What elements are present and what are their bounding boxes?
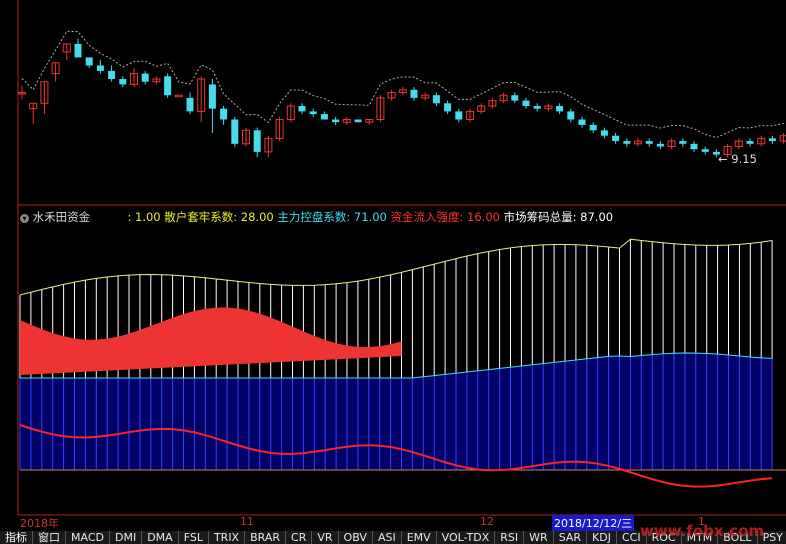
tab-indicator[interactable]: 指标: [0, 531, 33, 544]
candle-body-down: [320, 114, 328, 120]
candle-body-down: [656, 143, 664, 147]
tab-dma[interactable]: DMA: [142, 531, 179, 544]
tab-rsi[interactable]: RSI: [495, 531, 525, 544]
candle-body-down: [96, 65, 104, 71]
low-price-value: 9.15: [731, 152, 757, 166]
date-label-dec: 12: [480, 515, 494, 528]
candle-body-down: [432, 95, 440, 104]
date-label-cursor: 2018/12/12/三: [552, 515, 635, 531]
date-label-year: 2018年: [20, 517, 59, 530]
tab-macd[interactable]: MACD: [66, 531, 110, 544]
retail-value: 28.00: [240, 210, 274, 224]
candle-body-down: [556, 106, 564, 112]
candle-body-down: [690, 143, 698, 150]
indicator-name[interactable]: 水禾田资金: [33, 210, 91, 224]
tab-emv[interactable]: EMV: [402, 531, 437, 544]
tab-fsl[interactable]: FSL: [179, 531, 209, 544]
retail-label: 散户套牢系数:: [164, 210, 238, 224]
low-price-marker: ← 9.15: [718, 152, 757, 166]
candle-body-down: [253, 130, 261, 152]
tab-trix[interactable]: TRIX: [209, 531, 246, 544]
candle-body-down: [455, 111, 463, 120]
candle-body-down: [74, 43, 82, 58]
candle-body-down: [600, 130, 608, 136]
candle-body-down: [298, 106, 306, 112]
candle-body-down: [589, 124, 597, 131]
total-label: 市场筹码总量:: [503, 210, 577, 224]
tab-kdj[interactable]: KDJ: [587, 531, 617, 544]
candle-body-down: [679, 141, 687, 144]
candle-body-down: [567, 111, 575, 120]
candle-body-down: [186, 97, 194, 112]
tab-vol-tdx[interactable]: VOL-TDX: [437, 531, 496, 544]
candle-body-down: [208, 84, 216, 109]
candle-body-up: [779, 135, 786, 142]
tab-cr[interactable]: CR: [286, 531, 313, 544]
inflow-label: 资金流入强度:: [390, 210, 464, 224]
candle-body-down: [522, 100, 530, 106]
tab-vr[interactable]: VR: [312, 531, 339, 544]
chart-canvas[interactable]: [0, 0, 786, 544]
collapse-icon[interactable]: ▾: [20, 214, 29, 223]
total-value: 87.00: [580, 210, 614, 224]
tab-asi[interactable]: ASI: [373, 531, 402, 544]
indicator-header: ▾ 水禾田资金 : 1.00 散户套牢系数: 28.00 主力控盘系数: 71.…: [20, 209, 613, 225]
candle-body-down: [578, 119, 586, 125]
tab-dmi[interactable]: DMI: [110, 531, 143, 544]
tab-sar[interactable]: SAR: [554, 531, 588, 544]
top-line: [19, 238, 773, 296]
candle-body-down: [332, 119, 340, 123]
inflow-value: 16.00: [467, 210, 500, 224]
indicator-chart[interactable]: [19, 238, 786, 488]
candle-body-down: [645, 141, 653, 144]
candle-body-up: [174, 94, 183, 98]
candle-body-down: [444, 103, 452, 112]
tab-obv[interactable]: OBV: [339, 531, 373, 544]
candle-body-down: [511, 95, 519, 101]
tab-brar[interactable]: BRAR: [245, 531, 287, 544]
candle-body-down: [119, 79, 127, 85]
candle-body-down: [701, 149, 709, 152]
candle-body-down: [354, 119, 362, 123]
candle-body-down: [220, 108, 228, 120]
candle-body-down: [623, 141, 631, 144]
main-value: 71.00: [353, 210, 387, 224]
price-chart[interactable]: [18, 30, 786, 158]
main-label: 主力控盘系数:: [277, 210, 351, 224]
blue-fill-area: [20, 353, 773, 470]
candle-body-down: [141, 73, 149, 82]
red-area: [20, 307, 402, 375]
tab-wr[interactable]: WR: [524, 531, 554, 544]
date-label-nov: 11: [240, 515, 254, 528]
watermark: www.fobx.com: [640, 522, 765, 540]
candle-body-down: [768, 138, 776, 142]
tab-window[interactable]: 窗口: [33, 531, 66, 544]
candle-body-down: [533, 106, 541, 109]
indicator-value-1: : 1.00: [127, 210, 161, 224]
candle-body-down: [108, 70, 116, 79]
candle-body-down: [746, 141, 754, 144]
candle-body-down: [231, 119, 239, 144]
candle-body-down: [164, 76, 172, 96]
candle-body-down: [612, 135, 620, 142]
candle-body-down: [309, 111, 317, 115]
candle-body-down: [85, 57, 93, 66]
candle-body-down: [410, 89, 418, 98]
